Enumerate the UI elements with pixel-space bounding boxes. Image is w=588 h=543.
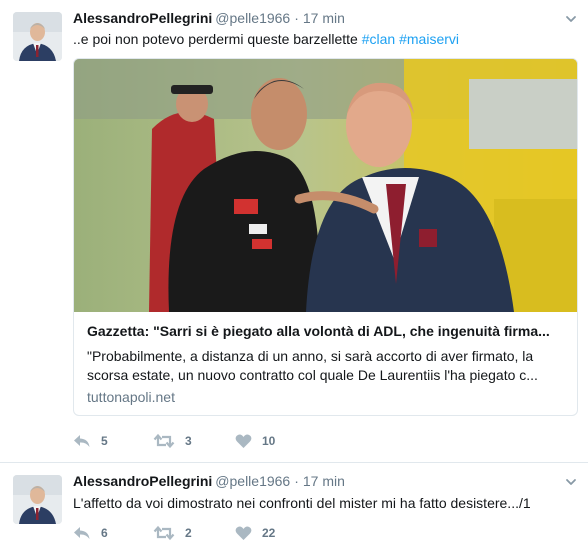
reply-icon [74,527,90,539]
tweet[interactable]: AlessandroPellegrini @pelle1966 · 17 min ..… [0,0,588,463]
retweet-icon [153,525,175,541]
reply-button[interactable]: 6 [73,523,108,543]
hashtag-maiservi[interactable]: #maiservi [399,31,459,47]
tweet-header: AlessandroPellegrini @pelle1966 · 17 min [73,473,345,489]
chevron-down-icon[interactable] [564,12,578,26]
separator: · [294,473,299,489]
timestamp[interactable]: 17 min [303,10,345,26]
tweet-body: ..e poi non potevo perdermi queste barze… [73,31,362,47]
card-title[interactable]: Gazzetta: "Sarri si è piegato alla volon… [87,323,567,339]
like-count: 22 [262,526,276,540]
reply-count: 5 [101,434,108,448]
like-button[interactable]: 22 [235,523,275,543]
chevron-down-icon[interactable] [564,475,578,489]
retweet-button[interactable]: 2 [153,523,192,543]
avatar-photo [13,12,62,61]
author-handle[interactable]: @pelle1966 [215,473,290,489]
card-image [74,59,577,312]
heart-icon [235,434,252,448]
reply-count: 6 [101,526,108,540]
link-card[interactable]: Gazzetta: "Sarri si è piegato alla volon… [73,58,578,416]
author-handle[interactable]: @pelle1966 [215,10,290,26]
hashtag-clan[interactable]: #clan [362,31,395,47]
timestamp[interactable]: 17 min [303,473,345,489]
avatar[interactable] [13,12,62,61]
like-button[interactable]: 10 [235,431,275,451]
heart-icon [235,526,252,540]
card-domain: tuttonapoli.net [87,389,175,405]
card-description: "Probabilmente, a distanza di un anno, s… [87,348,538,383]
retweet-count: 3 [185,434,192,448]
retweet-icon [153,433,175,449]
tweet[interactable]: AlessandroPellegrini @pelle1966 · 17 min L'… [0,463,588,543]
tweet-text: L'affetto da voi dimostrato nei confront… [73,495,531,511]
retweet-button[interactable]: 3 [153,431,192,451]
avatar-photo [13,475,62,524]
like-count: 10 [262,434,276,448]
reply-button[interactable]: 5 [73,431,108,451]
retweet-count: 2 [185,526,192,540]
author-name[interactable]: AlessandroPellegrini [73,473,212,489]
reply-icon [74,435,90,447]
tweet-text: ..e poi non potevo perdermi queste barze… [73,31,459,47]
separator: · [294,10,299,26]
avatar[interactable] [13,475,62,524]
tweet-header: AlessandroPellegrini @pelle1966 · 17 min [73,10,345,26]
author-name[interactable]: AlessandroPellegrini [73,10,212,26]
